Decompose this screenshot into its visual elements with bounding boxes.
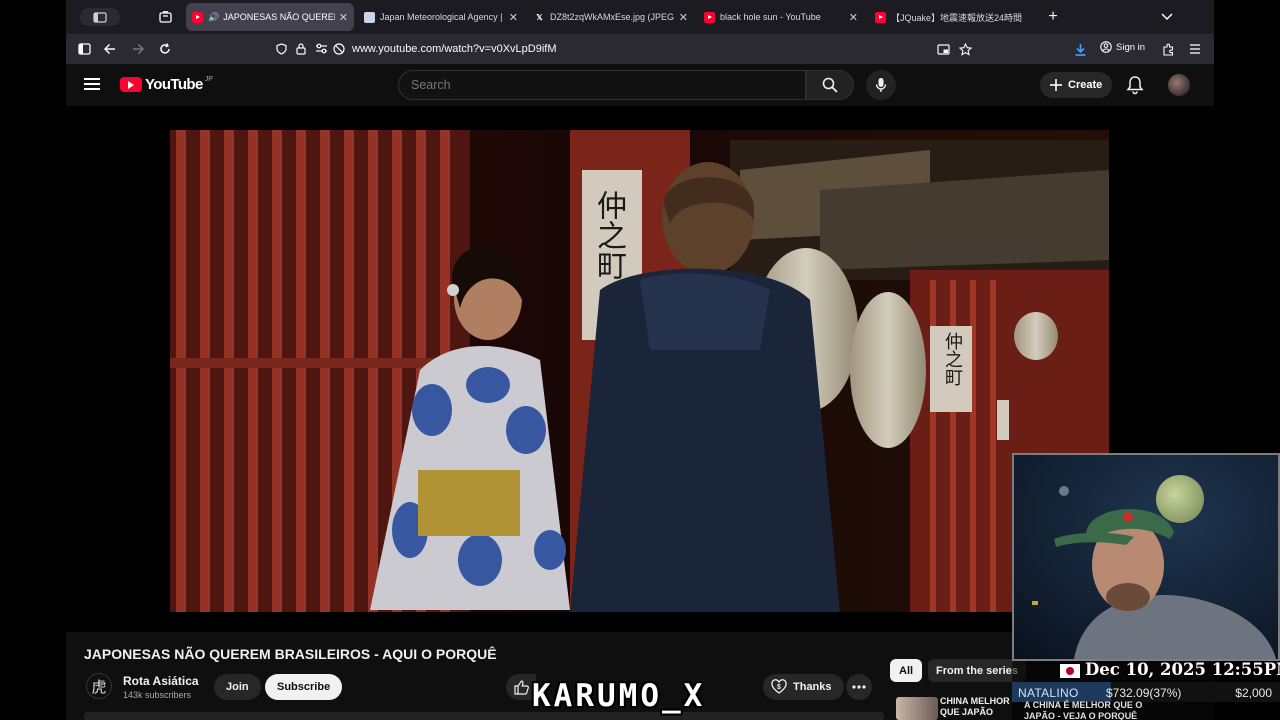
downloads-icon[interactable] bbox=[1071, 40, 1089, 58]
video-title: JAPONESAS NÃO QUEREM BRASILEIROS - AQUI … bbox=[84, 646, 497, 662]
subscriber-count: 143k subscribers bbox=[123, 690, 192, 700]
tab-label: JAPONESAS NÃO QUEREM bbox=[223, 12, 335, 22]
bookmark-star-icon[interactable] bbox=[956, 40, 974, 58]
x-icon: 𝕏 bbox=[536, 12, 543, 22]
close-tab-icon[interactable]: ✕ bbox=[509, 11, 518, 24]
back-icon[interactable] bbox=[101, 40, 119, 58]
chip-all[interactable]: All bbox=[890, 659, 923, 682]
youtube-icon bbox=[704, 11, 715, 23]
country-code: JP bbox=[204, 76, 213, 83]
more-actions-button[interactable] bbox=[846, 674, 872, 700]
sidebar-toggle-icon[interactable] bbox=[80, 8, 120, 26]
microphone-icon bbox=[875, 78, 887, 92]
screen: 🔊 JAPONESAS NÃO QUEREM ✕ Japan Meteorolo… bbox=[0, 0, 1280, 720]
channel-name[interactable]: Rota Asiática bbox=[123, 674, 199, 688]
account-avatar[interactable] bbox=[1168, 74, 1190, 96]
tab-black-hole-sun[interactable]: black hole sun - YouTube ✕ bbox=[698, 3, 864, 31]
thumbs-up-icon bbox=[513, 679, 529, 695]
youtube-icon bbox=[875, 11, 886, 23]
super-thanks-icon: $ bbox=[771, 679, 787, 694]
speaker-icon[interactable]: 🔊 bbox=[208, 12, 219, 23]
sign-text-2: 仲之町 bbox=[942, 332, 963, 386]
tab-japonesas[interactable]: 🔊 JAPONESAS NÃO QUEREM ✕ bbox=[186, 3, 354, 31]
tab-jma[interactable]: Japan Meteorological Agency | Ja ✕ bbox=[358, 3, 524, 31]
ticker-date-time: Dec 10, 2025 12:55PM bbox=[1085, 660, 1280, 679]
thanks-button[interactable]: $ Thanks bbox=[763, 674, 844, 700]
close-tab-icon[interactable]: ✕ bbox=[339, 11, 348, 24]
forward-icon[interactable] bbox=[129, 40, 147, 58]
youtube-wordmark: YouTube bbox=[145, 76, 203, 93]
thanks-label: Thanks bbox=[793, 681, 832, 693]
close-tab-icon[interactable]: ✕ bbox=[679, 11, 688, 24]
voice-search-button[interactable] bbox=[866, 70, 896, 100]
tab-jquake[interactable]: 【JQuake】地震速報放送24時間 bbox=[869, 3, 1035, 31]
recommended-video-thumbnail[interactable] bbox=[896, 697, 938, 720]
extensions-icon[interactable] bbox=[1159, 40, 1177, 58]
url-text[interactable]: www.youtube.com/watch?v=v0XvLpD9ifM bbox=[352, 43, 557, 55]
tab-label: 【JQuake】地震速報放送24時間 bbox=[891, 12, 1023, 23]
tab-overview-icon[interactable] bbox=[156, 8, 174, 26]
app-menu-icon[interactable] bbox=[1186, 40, 1204, 58]
autoplay-blocked-icon[interactable] bbox=[330, 40, 348, 58]
plus-icon bbox=[1050, 79, 1062, 91]
create-label: Create bbox=[1068, 79, 1103, 91]
picture-in-picture-icon[interactable] bbox=[934, 40, 952, 58]
donation-amount: $732.09(37%) bbox=[1106, 686, 1182, 700]
video-frame[interactable]: 仲之町 仲之町 bbox=[170, 130, 1109, 612]
tab-label: Japan Meteorological Agency | Ja bbox=[380, 12, 505, 22]
sign-in-label: Sign in bbox=[1116, 41, 1146, 53]
lock-icon[interactable] bbox=[292, 40, 310, 58]
sign-in-button[interactable]: Sign in bbox=[1100, 41, 1145, 53]
channel-avatar[interactable]: 虎 bbox=[86, 673, 112, 699]
youtube-icon bbox=[192, 11, 203, 23]
webcam-image bbox=[1014, 455, 1278, 659]
join-button[interactable]: Join bbox=[214, 674, 261, 700]
new-tab-icon[interactable]: + bbox=[1044, 8, 1062, 26]
video-still-image bbox=[170, 130, 1109, 612]
tab-label: DZ8t2zqWkAMxEse.jpg (JPEG Im bbox=[550, 12, 675, 22]
create-button[interactable]: Create bbox=[1040, 72, 1113, 98]
description-box[interactable] bbox=[84, 712, 884, 720]
navigation-toolbar: www.youtube.com/watch?v=v0XvLpD9ifM Sign… bbox=[66, 34, 1214, 64]
tracking-protection-shield-icon[interactable] bbox=[272, 40, 290, 58]
more-horizontal-icon bbox=[852, 685, 866, 689]
donor-name: NATALINO bbox=[1018, 686, 1079, 700]
donation-goal: $2,000 bbox=[1235, 686, 1272, 700]
tab-jpeg[interactable]: 𝕏 DZ8t2zqWkAMxEse.jpg (JPEG Im ✕ bbox=[528, 3, 694, 31]
reload-icon[interactable] bbox=[156, 40, 174, 58]
notifications-bell-icon[interactable] bbox=[1126, 75, 1144, 95]
search-box[interactable] bbox=[398, 70, 806, 100]
recommended-video-title[interactable]: A CHINA É MELHOR QUE O JAPÃO - VEJA O PO… bbox=[1024, 700, 1174, 720]
tab-strip: 🔊 JAPONESAS NÃO QUEREM ✕ Japan Meteorolo… bbox=[66, 0, 1214, 34]
search-button[interactable] bbox=[806, 70, 854, 100]
jma-icon bbox=[364, 11, 375, 23]
japan-flag-icon bbox=[1060, 664, 1080, 678]
youtube-logo[interactable]: YouTube JP bbox=[120, 76, 213, 93]
sidebar-icon[interactable] bbox=[75, 40, 93, 58]
svg-text:$: $ bbox=[777, 684, 781, 691]
url-bar[interactable]: www.youtube.com/watch?v=v0XvLpD9ifM bbox=[266, 37, 978, 61]
guide-menu-icon[interactable] bbox=[84, 78, 100, 90]
donation-progress-bar: NATALINO $732.09(37%) $2,000 bbox=[1012, 682, 1280, 702]
close-tab-icon[interactable]: ✕ bbox=[849, 11, 858, 24]
search-input[interactable] bbox=[411, 78, 791, 92]
recommended-thumbnail-text: CHINA MELHOR QUE JAPÃO bbox=[940, 696, 1010, 717]
tab-label: black hole sun - YouTube bbox=[720, 12, 821, 22]
youtube-play-icon bbox=[120, 77, 142, 92]
webcam-overlay bbox=[1012, 453, 1280, 661]
account-icon bbox=[1100, 41, 1112, 53]
streamer-logo-text: KARUMO_X bbox=[532, 678, 706, 714]
list-all-tabs-icon[interactable] bbox=[1158, 8, 1176, 26]
search-icon bbox=[822, 77, 838, 93]
sign-text-1: 仲之町 bbox=[591, 190, 626, 280]
youtube-masthead: YouTube JP Create bbox=[66, 64, 1214, 106]
permissions-icon[interactable] bbox=[312, 40, 330, 58]
subscribe-button[interactable]: Subscribe bbox=[265, 674, 343, 700]
